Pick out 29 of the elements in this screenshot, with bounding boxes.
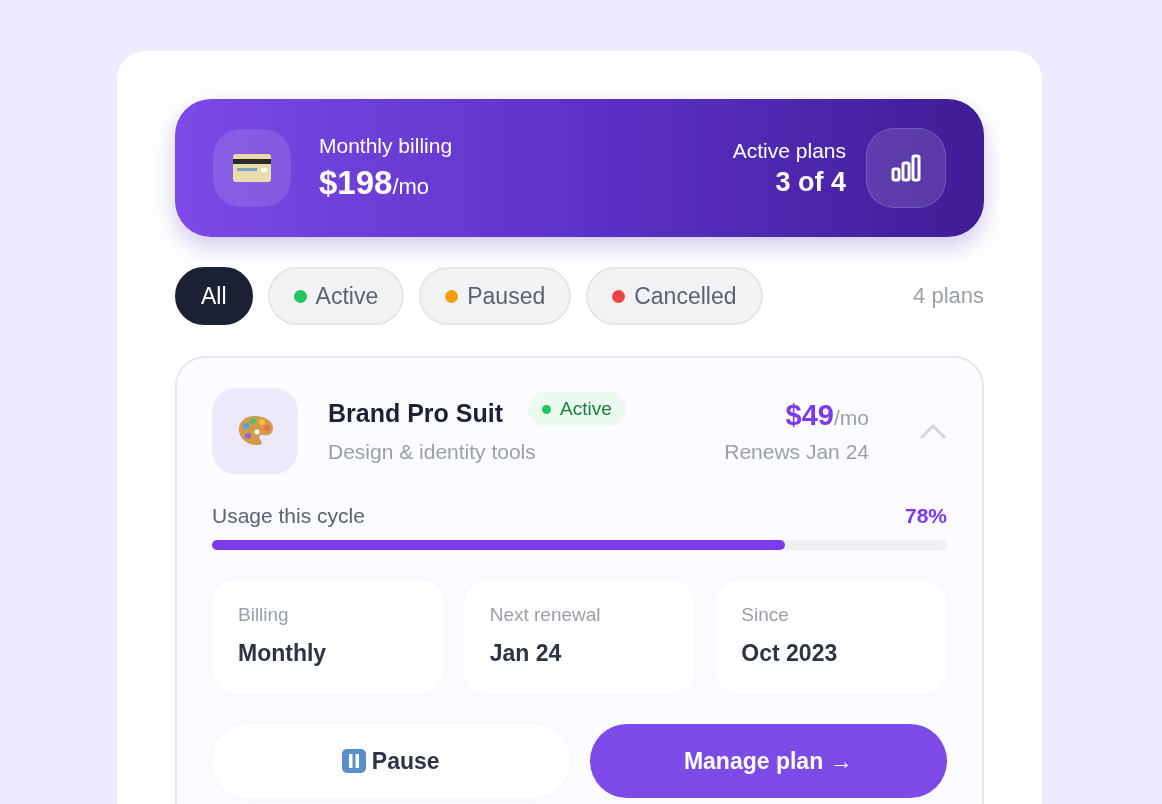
palette-icon: [236, 414, 274, 448]
filter-chip[interactable]: All: [175, 267, 253, 325]
filter-chip[interactable]: Cancelled: [586, 267, 763, 325]
detail-label: Since: [741, 604, 790, 626]
bar-chart-icon: [891, 154, 921, 182]
chevron-up-icon[interactable]: [919, 422, 947, 440]
usage-label: Usage this cycle: [212, 504, 365, 528]
plan-price: $49/mo: [785, 398, 869, 432]
renewal-date: Renews Jan 24: [724, 439, 869, 464]
status-badge: Active: [528, 392, 626, 426]
detail-label: Next renewal: [489, 604, 602, 626]
active-plans-value: 3 of 4: [775, 166, 846, 198]
pause-button[interactable]: Pause: [212, 724, 570, 798]
filter-chip[interactable]: Paused: [419, 267, 572, 325]
detail-value: Oct 2023: [741, 640, 839, 667]
pause-icon: [341, 749, 366, 773]
active-plans-label: Active plans: [732, 138, 846, 163]
detail-value: Jan 24: [489, 640, 563, 667]
billing-amount: $198/mo: [319, 164, 430, 202]
detail-value: Monthly: [238, 640, 328, 667]
plan-description: Design & identity tools: [328, 439, 536, 464]
credit-card-icon: [233, 154, 271, 182]
detail-label: Billing: [238, 604, 290, 626]
billing-label: Monthly billing: [319, 134, 453, 158]
plan-count: 4 plans: [913, 283, 984, 309]
filter-chip[interactable]: Active: [267, 267, 405, 325]
plan-name: Brand Pro Suit: [328, 398, 504, 428]
usage-percent: 78%: [904, 504, 947, 528]
manage-plan-button[interactable]: Manage plan →: [589, 724, 947, 798]
